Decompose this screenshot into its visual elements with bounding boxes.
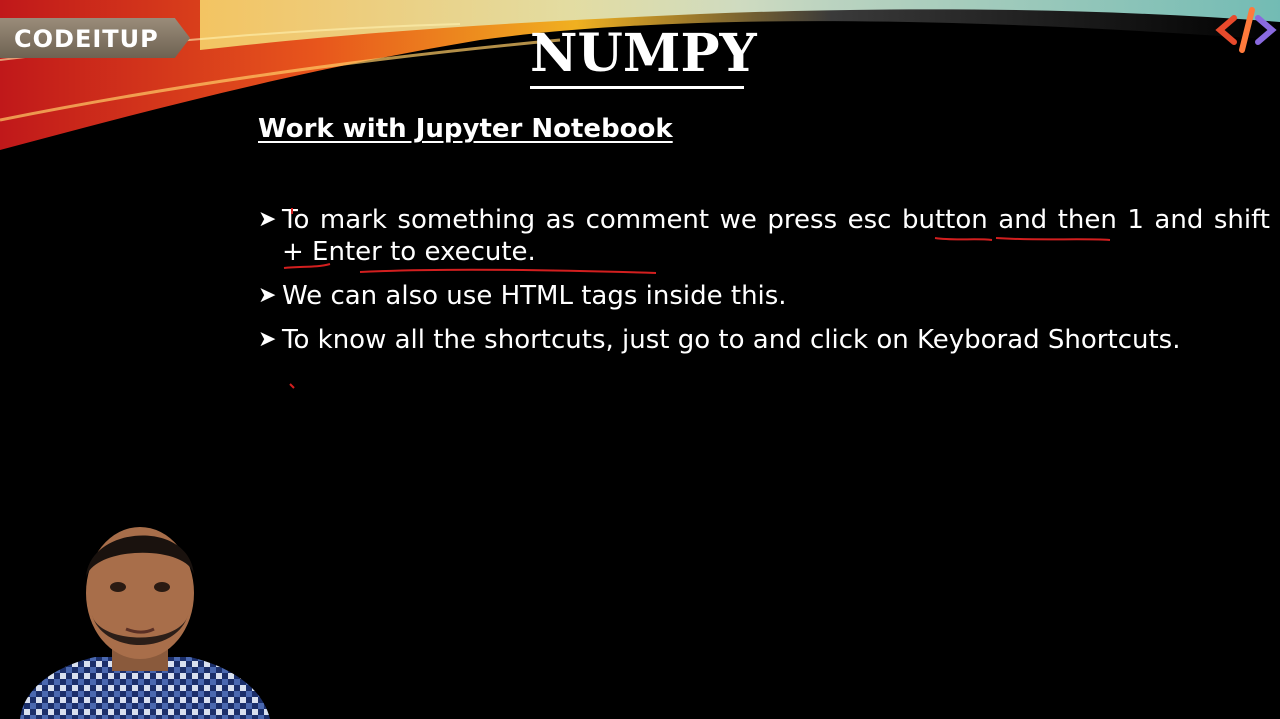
presenter-video [0, 505, 285, 719]
